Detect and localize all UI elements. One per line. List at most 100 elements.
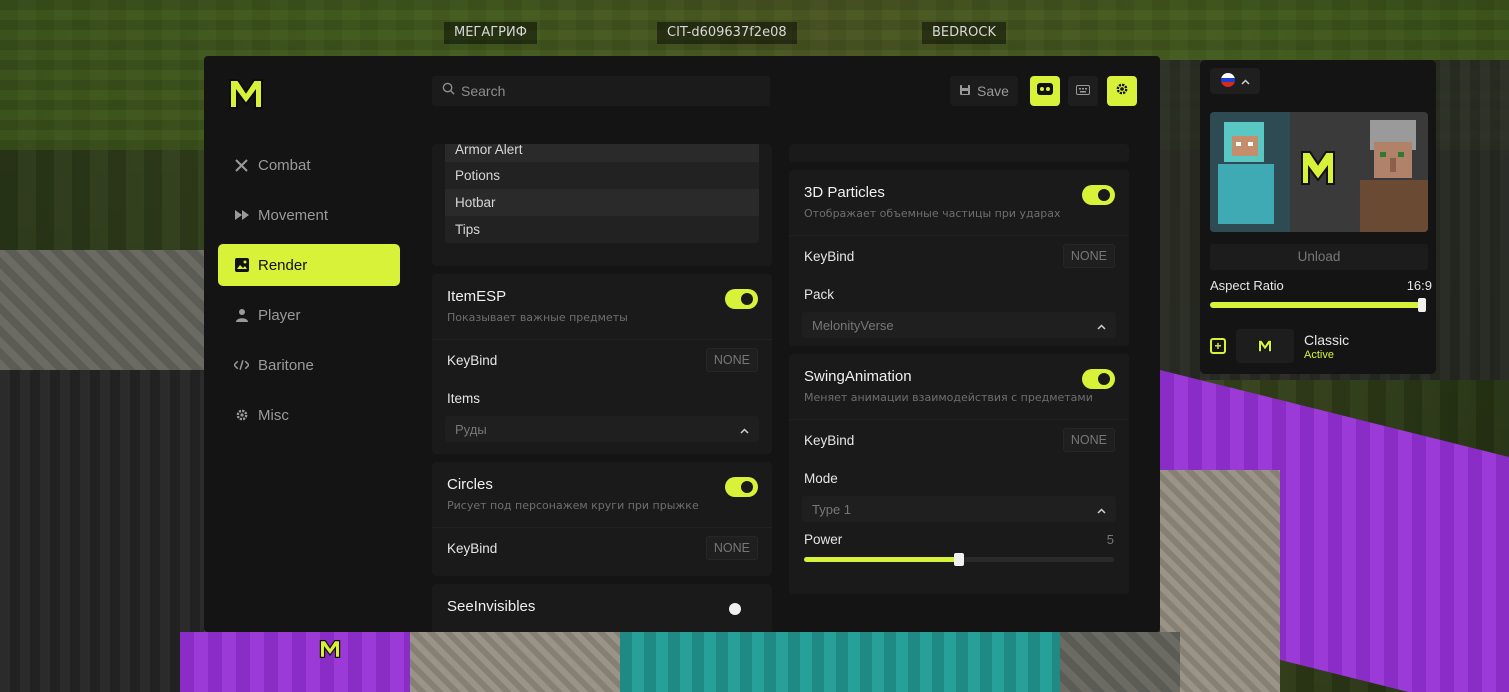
circles-toggle[interactable] — [725, 477, 758, 497]
sidebar-item-render[interactable]: Render — [218, 244, 400, 286]
module-title: Circles — [447, 476, 493, 493]
user-icon — [1036, 82, 1054, 101]
toggle-knob — [1098, 373, 1110, 385]
aspect-ratio-label: Aspect Ratio — [1210, 278, 1284, 293]
image-icon — [234, 258, 249, 273]
dropdown-value: Type 1 — [812, 501, 852, 517]
search-input[interactable] — [461, 83, 761, 99]
account-button[interactable] — [1030, 76, 1060, 106]
list-item[interactable]: Tips — [445, 216, 759, 243]
module-header: SeeInvisibles — [432, 584, 772, 632]
dropdown-value: MelonityVerse — [812, 317, 894, 333]
modules-column-right: 3D Particles Отображает объемные частицы… — [789, 144, 1129, 632]
client-window: Save Combat Movement — [204, 56, 1160, 632]
swing-toggle[interactable] — [1082, 369, 1115, 389]
floor-logo-icon — [318, 637, 342, 666]
save-button[interactable]: Save — [950, 76, 1018, 106]
keybind-row: KeyBind NONE — [789, 236, 1129, 276]
sidebar-item-misc[interactable]: Misc — [218, 394, 400, 436]
bg-purple-floor — [180, 632, 410, 692]
aspect-ratio-slider[interactable] — [1210, 298, 1426, 312]
module-itemesp: ItemESP Показывает важные предметы KeyBi… — [432, 274, 772, 454]
mode-row: Mode — [789, 460, 1129, 496]
sidebar: Combat Movement Render Player Baritone M… — [218, 144, 400, 444]
keybind-button[interactable]: NONE — [1062, 428, 1115, 452]
keybind-label: KeyBind — [447, 540, 498, 556]
profile-entry[interactable]: + Classic Active — [1210, 328, 1432, 364]
keybind-button[interactable]: NONE — [705, 536, 758, 560]
toggle-knob — [741, 481, 753, 493]
sidebar-item-movement[interactable]: Movement — [218, 194, 400, 236]
save-label: Save — [977, 83, 1009, 99]
keybind-row: KeyBind NONE — [432, 340, 772, 380]
pack-label: Pack — [804, 286, 835, 302]
slider-header: Power 5 — [804, 532, 1114, 547]
bg-dark-block — [0, 370, 204, 692]
hud-elements-card: Armor Alert Potions Hotbar Tips — [432, 144, 772, 266]
list-item[interactable]: Armor Alert — [445, 144, 759, 162]
ru-flag-icon — [1220, 72, 1235, 90]
keyboard-icon — [1076, 82, 1090, 100]
module-title: SwingAnimation — [804, 368, 912, 385]
fast-forward-icon — [234, 208, 249, 223]
list-item[interactable]: Hotbar — [445, 189, 759, 216]
module-previous-partial — [789, 144, 1129, 162]
mode-dropdown[interactable]: Type 1 — [802, 496, 1116, 522]
sidebar-item-label: Player — [258, 306, 301, 324]
bg-teal-floor — [620, 632, 1060, 692]
keybind-button[interactable]: NONE — [705, 348, 758, 372]
sidebar-item-player[interactable]: Player — [218, 294, 400, 336]
items-row: Items — [432, 380, 772, 416]
sidebar-item-baritone[interactable]: Baritone — [218, 344, 400, 386]
code-icon — [234, 358, 249, 373]
mode-label: Mode — [804, 470, 838, 486]
nametag-3: BEDROCK — [922, 22, 1007, 44]
keybind-button[interactable]: NONE — [1062, 244, 1115, 268]
seeinvisibles-toggle[interactable] — [725, 599, 758, 619]
toggle-knob — [729, 603, 741, 615]
items-label: Items — [447, 390, 481, 406]
module-title: 3D Particles — [804, 184, 885, 201]
module-title: ItemESP — [447, 288, 507, 305]
module-title: SeeInvisibles — [447, 598, 536, 615]
list-item[interactable]: Potions — [445, 162, 759, 189]
sidebar-item-label: Movement — [258, 206, 329, 224]
aspect-ratio-value: 16:9 — [1406, 278, 1432, 293]
bg-stone-block — [0, 250, 204, 370]
language-selector[interactable] — [1210, 68, 1260, 94]
modules-column-left: Armor Alert Potions Hotbar Tips ItemESP … — [432, 144, 772, 632]
add-profile-icon[interactable]: + — [1210, 338, 1226, 354]
keyboard-button[interactable] — [1068, 76, 1098, 106]
slider-thumb[interactable] — [954, 553, 964, 566]
power-value: 5 — [1106, 532, 1114, 547]
pack-row: Pack — [789, 276, 1129, 312]
sidebar-item-combat[interactable]: Combat — [218, 144, 400, 186]
keybind-row: KeyBind NONE — [789, 420, 1129, 460]
toggle-knob — [1098, 189, 1110, 201]
search-bar[interactable] — [432, 76, 770, 106]
items-dropdown[interactable]: Руды — [445, 416, 759, 442]
floppy-icon — [959, 83, 971, 99]
module-header: 3D Particles Отображает объемные частицы… — [789, 170, 1129, 236]
module-description: Показывает важные предметы — [447, 311, 628, 324]
pack-dropdown[interactable]: MelonityVerse — [802, 312, 1116, 338]
module-header: Circles Рисует под персонажем круги при … — [432, 462, 772, 528]
sidebar-item-label: Combat — [258, 156, 311, 174]
module-description: Меняет анимации взаимодействия с предмет… — [804, 391, 1093, 404]
sidebar-item-label: Misc — [258, 406, 289, 424]
itemesp-toggle[interactable] — [725, 289, 758, 309]
module-swing-animation: SwingAnimation Меняет анимации взаимодей… — [789, 354, 1129, 594]
particles-toggle[interactable] — [1082, 185, 1115, 205]
settings-button[interactable] — [1107, 76, 1137, 106]
unload-button[interactable]: Unload — [1210, 244, 1428, 270]
keybind-label: KeyBind — [447, 352, 498, 368]
profile-panel: Unload Aspect Ratio 16:9 + Classic Activ… — [1200, 60, 1436, 374]
power-slider[interactable] — [804, 553, 1114, 566]
sidebar-item-label: Render — [258, 256, 308, 274]
power-label: Power — [804, 532, 843, 547]
chevron-up-icon — [740, 422, 749, 437]
chevron-up-icon — [1097, 502, 1106, 517]
chevron-up-icon — [1240, 74, 1250, 88]
slider-thumb[interactable] — [1418, 298, 1426, 312]
bg-stone-floor — [1060, 632, 1180, 692]
